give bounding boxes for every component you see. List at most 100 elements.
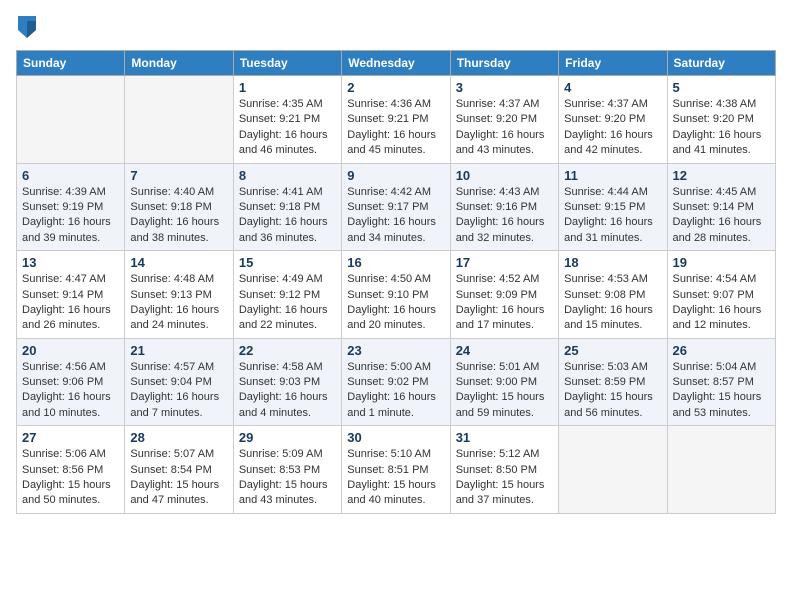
day-info: Sunrise: 5:09 AM Sunset: 8:53 PM Dayligh…: [239, 447, 336, 509]
calendar-cell: 24 Sunrise: 5:01 AM Sunset: 9:00 PM Dayli…: [450, 338, 558, 426]
calendar-week-row: 27Sunrise: 5:06 AM Sunset: 8:56 PM Dayli…: [17, 426, 776, 514]
calendar-cell: 25 Sunrise: 5:03 AM Sunset: 8:59 PM Dayli…: [559, 338, 667, 426]
calendar-cell: 10 Sunrise: 4:43 AM Sunset: 9:16 PM Dayli…: [450, 163, 558, 251]
day-number: 20: [22, 343, 119, 358]
calendar-cell: 5 Sunrise: 4:38 AM Sunset: 9:20 PM Daylig…: [667, 76, 775, 164]
calendar-cell: 4 Sunrise: 4:37 AM Sunset: 9:20 PM Daylig…: [559, 76, 667, 164]
calendar-cell: 1Sunrise: 4:35 AM Sunset: 9:21 PM Daylig…: [233, 76, 341, 164]
day-info: Sunrise: 4:52 AM Sunset: 9:09 PM Dayligh…: [456, 272, 553, 334]
day-number: 6: [22, 168, 119, 183]
calendar-cell: 29 Sunrise: 5:09 AM Sunset: 8:53 PM Dayli…: [233, 426, 341, 514]
calendar-cell: 28 Sunrise: 5:07 AM Sunset: 8:54 PM Dayli…: [125, 426, 233, 514]
calendar-cell: 21 Sunrise: 4:57 AM Sunset: 9:04 PM Dayli…: [125, 338, 233, 426]
weekday-header-monday: Monday: [125, 51, 233, 76]
day-info: Sunrise: 4:37 AM Sunset: 9:20 PM Dayligh…: [456, 97, 553, 159]
day-number: 28: [130, 430, 227, 445]
calendar-cell: 23 Sunrise: 5:00 AM Sunset: 9:02 PM Dayli…: [342, 338, 450, 426]
day-number: 19: [673, 255, 770, 270]
day-info: Sunrise: 4:44 AM Sunset: 9:15 PM Dayligh…: [564, 185, 661, 247]
calendar-cell: 3Sunrise: 4:37 AM Sunset: 9:20 PM Daylig…: [450, 76, 558, 164]
day-info: Sunrise: 4:39 AM Sunset: 9:19 PM Dayligh…: [22, 185, 119, 247]
day-info: Sunrise: 4:36 AM Sunset: 9:21 PM Dayligh…: [347, 97, 444, 159]
day-info: Sunrise: 4:40 AM Sunset: 9:18 PM Dayligh…: [130, 185, 227, 247]
header: [16, 16, 776, 38]
day-info: Sunrise: 5:07 AM Sunset: 8:54 PM Dayligh…: [130, 447, 227, 509]
day-info: Sunrise: 4:37 AM Sunset: 9:20 PM Dayligh…: [564, 97, 661, 159]
calendar-week-row: 1Sunrise: 4:35 AM Sunset: 9:21 PM Daylig…: [17, 76, 776, 164]
calendar-cell: [17, 76, 125, 164]
calendar-cell: 8Sunrise: 4:41 AM Sunset: 9:18 PM Daylig…: [233, 163, 341, 251]
calendar-week-row: 20 Sunrise: 4:56 AM Sunset: 9:06 PM Dayli…: [17, 338, 776, 426]
calendar-cell: 6 Sunrise: 4:39 AM Sunset: 9:19 PM Daylig…: [17, 163, 125, 251]
day-info: Sunrise: 4:54 AM Sunset: 9:07 PM Dayligh…: [673, 272, 770, 334]
day-number: 24: [456, 343, 553, 358]
calendar-cell: 16 Sunrise: 4:50 AM Sunset: 9:10 PM Dayli…: [342, 251, 450, 339]
calendar-cell: 18Sunrise: 4:53 AM Sunset: 9:08 PM Dayli…: [559, 251, 667, 339]
calendar: SundayMondayTuesdayWednesdayThursdayFrid…: [16, 50, 776, 514]
calendar-week-row: 13 Sunrise: 4:47 AM Sunset: 9:14 PM Dayli…: [17, 251, 776, 339]
day-number: 27: [22, 430, 119, 445]
calendar-cell: 22 Sunrise: 4:58 AM Sunset: 9:03 PM Dayli…: [233, 338, 341, 426]
day-info: Sunrise: 5:04 AM Sunset: 8:57 PM Dayligh…: [673, 360, 770, 422]
weekday-header-saturday: Saturday: [667, 51, 775, 76]
day-info: Sunrise: 4:48 AM Sunset: 9:13 PM Dayligh…: [130, 272, 227, 334]
calendar-cell: 9Sunrise: 4:42 AM Sunset: 9:17 PM Daylig…: [342, 163, 450, 251]
day-info: Sunrise: 5:01 AM Sunset: 9:00 PM Dayligh…: [456, 360, 553, 422]
day-number: 29: [239, 430, 336, 445]
calendar-cell: 13 Sunrise: 4:47 AM Sunset: 9:14 PM Dayli…: [17, 251, 125, 339]
logo: [16, 16, 40, 38]
day-number: 15: [239, 255, 336, 270]
day-number: 5: [673, 80, 770, 95]
day-number: 31: [456, 430, 553, 445]
calendar-week-row: 6 Sunrise: 4:39 AM Sunset: 9:19 PM Daylig…: [17, 163, 776, 251]
calendar-cell: [667, 426, 775, 514]
day-number: 18: [564, 255, 661, 270]
weekday-header-thursday: Thursday: [450, 51, 558, 76]
day-number: 12: [673, 168, 770, 183]
day-number: 13: [22, 255, 119, 270]
day-number: 16: [347, 255, 444, 270]
day-number: 2: [347, 80, 444, 95]
day-number: 22: [239, 343, 336, 358]
calendar-cell: 17 Sunrise: 4:52 AM Sunset: 9:09 PM Dayli…: [450, 251, 558, 339]
day-number: 14: [130, 255, 227, 270]
day-info: Sunrise: 5:00 AM Sunset: 9:02 PM Dayligh…: [347, 360, 444, 422]
day-number: 8: [239, 168, 336, 183]
calendar-cell: 27Sunrise: 5:06 AM Sunset: 8:56 PM Dayli…: [17, 426, 125, 514]
day-info: Sunrise: 4:43 AM Sunset: 9:16 PM Dayligh…: [456, 185, 553, 247]
day-number: 9: [347, 168, 444, 183]
day-info: Sunrise: 4:38 AM Sunset: 9:20 PM Dayligh…: [673, 97, 770, 159]
day-number: 23: [347, 343, 444, 358]
calendar-cell: 7 Sunrise: 4:40 AM Sunset: 9:18 PM Daylig…: [125, 163, 233, 251]
day-number: 7: [130, 168, 227, 183]
day-number: 21: [130, 343, 227, 358]
page: SundayMondayTuesdayWednesdayThursdayFrid…: [0, 0, 792, 612]
day-number: 25: [564, 343, 661, 358]
day-number: 1: [239, 80, 336, 95]
day-info: Sunrise: 4:58 AM Sunset: 9:03 PM Dayligh…: [239, 360, 336, 422]
weekday-header-sunday: Sunday: [17, 51, 125, 76]
day-info: Sunrise: 4:47 AM Sunset: 9:14 PM Dayligh…: [22, 272, 119, 334]
day-number: 10: [456, 168, 553, 183]
day-number: 30: [347, 430, 444, 445]
day-info: Sunrise: 4:56 AM Sunset: 9:06 PM Dayligh…: [22, 360, 119, 422]
day-info: Sunrise: 4:45 AM Sunset: 9:14 PM Dayligh…: [673, 185, 770, 247]
calendar-cell: 26Sunrise: 5:04 AM Sunset: 8:57 PM Dayli…: [667, 338, 775, 426]
day-info: Sunrise: 5:12 AM Sunset: 8:50 PM Dayligh…: [456, 447, 553, 509]
weekday-header-row: SundayMondayTuesdayWednesdayThursdayFrid…: [17, 51, 776, 76]
calendar-cell: 30 Sunrise: 5:10 AM Sunset: 8:51 PM Dayli…: [342, 426, 450, 514]
day-number: 17: [456, 255, 553, 270]
calendar-cell: 2 Sunrise: 4:36 AM Sunset: 9:21 PM Daylig…: [342, 76, 450, 164]
day-info: Sunrise: 4:57 AM Sunset: 9:04 PM Dayligh…: [130, 360, 227, 422]
weekday-header-wednesday: Wednesday: [342, 51, 450, 76]
calendar-cell: 14 Sunrise: 4:48 AM Sunset: 9:13 PM Dayli…: [125, 251, 233, 339]
day-info: Sunrise: 4:50 AM Sunset: 9:10 PM Dayligh…: [347, 272, 444, 334]
day-number: 4: [564, 80, 661, 95]
weekday-header-friday: Friday: [559, 51, 667, 76]
day-info: Sunrise: 4:49 AM Sunset: 9:12 PM Dayligh…: [239, 272, 336, 334]
calendar-cell: 15 Sunrise: 4:49 AM Sunset: 9:12 PM Dayli…: [233, 251, 341, 339]
calendar-cell: [559, 426, 667, 514]
day-info: Sunrise: 5:03 AM Sunset: 8:59 PM Dayligh…: [564, 360, 661, 422]
calendar-cell: 12 Sunrise: 4:45 AM Sunset: 9:14 PM Dayli…: [667, 163, 775, 251]
day-info: Sunrise: 5:10 AM Sunset: 8:51 PM Dayligh…: [347, 447, 444, 509]
